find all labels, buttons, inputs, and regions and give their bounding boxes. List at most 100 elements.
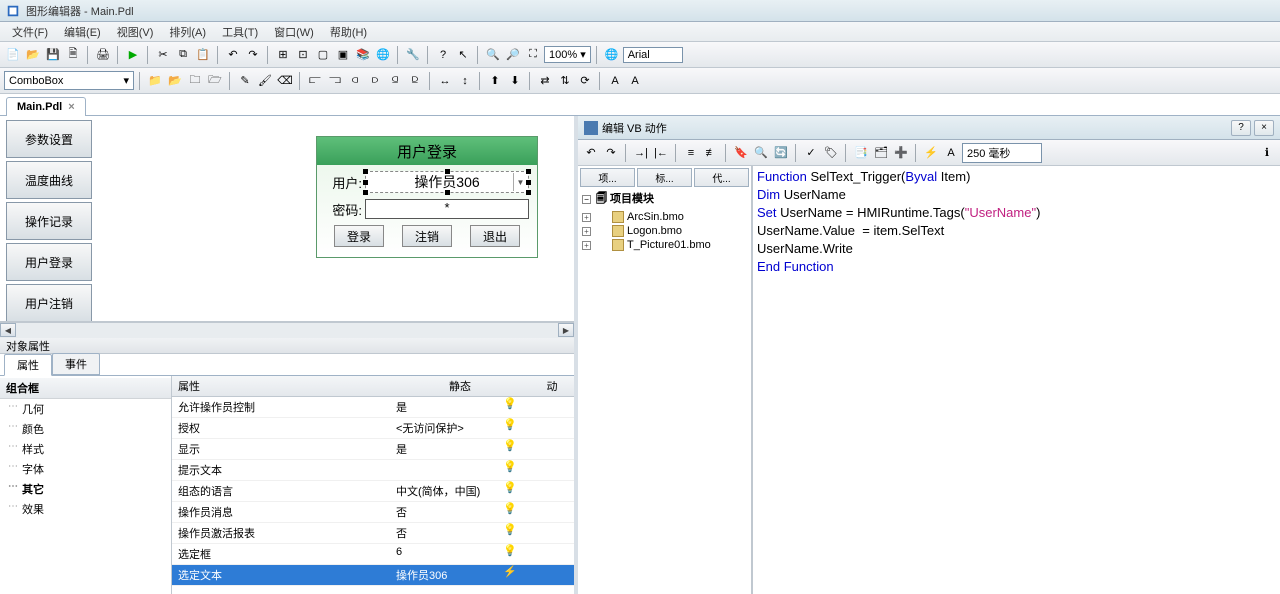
align-t-icon[interactable]: ⫐	[366, 72, 384, 90]
prop-row[interactable]: 组态的语言中文(简体，中国)💡	[172, 481, 574, 502]
login-button[interactable]: 登录	[334, 225, 384, 247]
menu-tools[interactable]: 工具(T)	[214, 22, 266, 42]
tree-font[interactable]: 字体	[0, 459, 171, 479]
bookmark-icon[interactable]: 🔖	[732, 144, 750, 162]
prop-row[interactable]: 选定框6💡	[172, 544, 574, 565]
logout-button[interactable]: 注销	[402, 225, 452, 247]
align-r-icon[interactable]: ⫏	[346, 72, 364, 90]
grid-icon[interactable]: ⊞	[274, 46, 292, 64]
prop-row[interactable]: 操作员激活报表否💡	[172, 523, 574, 544]
zoomfit-icon[interactable]: ⛶	[524, 46, 542, 64]
zoom-combo[interactable]: 100% ▾	[544, 46, 591, 63]
prop-row[interactable]: 选定文本操作员306⚡	[172, 565, 574, 586]
pointer-icon[interactable]: ↖	[454, 46, 472, 64]
tab-properties[interactable]: 属性	[4, 354, 52, 376]
tree-style[interactable]: 样式	[0, 439, 171, 459]
expand-icon[interactable]: +	[582, 213, 591, 222]
print-icon[interactable]: 🖨	[94, 46, 112, 64]
text1-icon[interactable]: A	[606, 72, 624, 90]
side-btn-params[interactable]: 参数设置	[6, 120, 92, 158]
prop-row[interactable]: 授权<无访问保护>💡	[172, 418, 574, 439]
flip-h-icon[interactable]: ⇄	[536, 72, 554, 90]
rotate-icon[interactable]: ⟳	[576, 72, 594, 90]
flip-v-icon[interactable]: ⇅	[556, 72, 574, 90]
vb-undo-icon[interactable]: ↶	[582, 144, 600, 162]
close-button[interactable]: ×	[1254, 120, 1274, 136]
replace-icon[interactable]: 🔄	[772, 144, 790, 162]
prop-row[interactable]: 提示文本💡	[172, 460, 574, 481]
tab-events[interactable]: 事件	[52, 353, 100, 375]
expand-icon[interactable]: +	[582, 227, 591, 236]
font-combo[interactable]: Arial	[623, 47, 683, 63]
tree-geometry[interactable]: 几何	[0, 399, 171, 419]
lang-icon[interactable]: 🌐	[603, 46, 621, 64]
font-icon[interactable]: A	[942, 144, 960, 162]
lib-icon[interactable]: 📚	[354, 46, 372, 64]
tree-file[interactable]: +T_Picture01.bmo	[580, 238, 749, 252]
tree-colors[interactable]: 颜色	[0, 419, 171, 439]
scroll-left-icon[interactable]: ◀	[0, 323, 16, 337]
trigger-time[interactable]: 250 毫秒	[962, 143, 1042, 163]
code-editor[interactable]: Function SelText_Trigger(Byval Item) Dim…	[752, 166, 1280, 594]
prop-row[interactable]: 允许操作员控制是💡	[172, 397, 574, 418]
tree-tab-std[interactable]: 标...	[637, 168, 692, 187]
eraser-icon[interactable]: ⌫	[276, 72, 294, 90]
comment-icon[interactable]: ≡	[682, 144, 700, 162]
help-button[interactable]: ?	[1231, 120, 1251, 136]
align-c-icon[interactable]: ⫎	[326, 72, 344, 90]
menu-view[interactable]: 视图(V)	[109, 22, 162, 42]
side-btn-logout[interactable]: 用户注销	[6, 284, 92, 322]
obj-icon[interactable]: 🗂	[872, 144, 890, 162]
find-icon[interactable]: 🔍	[752, 144, 770, 162]
tree-misc[interactable]: 其它	[0, 479, 171, 499]
check-icon[interactable]: ✓	[802, 144, 820, 162]
new-icon[interactable]: 📄	[4, 46, 22, 64]
snap-icon[interactable]: ⊡	[294, 46, 312, 64]
help-icon[interactable]: ?	[434, 46, 452, 64]
chevron-down-icon[interactable]: ▼	[513, 173, 527, 191]
tree-file[interactable]: +Logon.bmo	[580, 224, 749, 238]
tree-tab-code[interactable]: 代...	[694, 168, 749, 187]
back-icon[interactable]: ⬇	[506, 72, 524, 90]
menu-file[interactable]: 文件(F)	[4, 22, 56, 42]
zoomin-icon[interactable]: 🔍	[484, 46, 502, 64]
prop-row[interactable]: 显示是💡	[172, 439, 574, 460]
prop-row[interactable]: 操作员消息否💡	[172, 502, 574, 523]
menu-edit[interactable]: 编辑(E)	[56, 22, 109, 42]
save-icon[interactable]: 💾	[44, 46, 62, 64]
ref-icon[interactable]: 📑	[852, 144, 870, 162]
align-m-icon[interactable]: ⫑	[386, 72, 404, 90]
tree-root[interactable]: − 🗐 项目模块	[580, 189, 749, 210]
collapse-icon[interactable]: −	[582, 195, 591, 204]
close-icon[interactable]: ×	[68, 101, 74, 113]
layer1-icon[interactable]: ▢	[314, 46, 332, 64]
brush-icon[interactable]: 🖌	[256, 72, 274, 90]
menu-help[interactable]: 帮助(H)	[322, 22, 375, 42]
folder1-icon[interactable]: 📁	[146, 72, 164, 90]
text2-icon[interactable]: A	[626, 72, 644, 90]
redo-icon[interactable]: ↷	[244, 46, 262, 64]
folder4-icon[interactable]: 🗁	[206, 72, 224, 90]
dist-h-icon[interactable]: ↔	[436, 72, 454, 90]
paste-icon[interactable]: 📋	[194, 46, 212, 64]
undo-icon[interactable]: ↶	[224, 46, 242, 64]
object-combo[interactable]: ComboBox▾	[4, 71, 134, 90]
side-btn-temp[interactable]: 温度曲线	[6, 161, 92, 199]
saveall-icon[interactable]: 🗎	[64, 46, 82, 64]
side-btn-login[interactable]: 用户登录	[6, 243, 92, 281]
cut-icon[interactable]: ✂	[154, 46, 172, 64]
expand-icon[interactable]: +	[582, 241, 591, 250]
copy-icon[interactable]: ⧉	[174, 46, 192, 64]
tree-effects[interactable]: 效果	[0, 499, 171, 519]
trig-icon[interactable]: ⚡	[922, 144, 940, 162]
h-scrollbar[interactable]: ◀ ▶	[0, 322, 574, 338]
uncomment-icon[interactable]: ≢	[702, 144, 720, 162]
password-field[interactable]: *	[365, 199, 529, 219]
scroll-right-icon[interactable]: ▶	[558, 323, 574, 337]
vb-redo-icon[interactable]: ↷	[602, 144, 620, 162]
folder2-icon[interactable]: 📂	[166, 72, 184, 90]
pen-icon[interactable]: ✎	[236, 72, 254, 90]
tree-file[interactable]: +ArcSin.bmo	[580, 210, 749, 224]
folder3-icon[interactable]: 🗀	[186, 72, 204, 90]
play-icon[interactable]: ▶	[124, 46, 142, 64]
